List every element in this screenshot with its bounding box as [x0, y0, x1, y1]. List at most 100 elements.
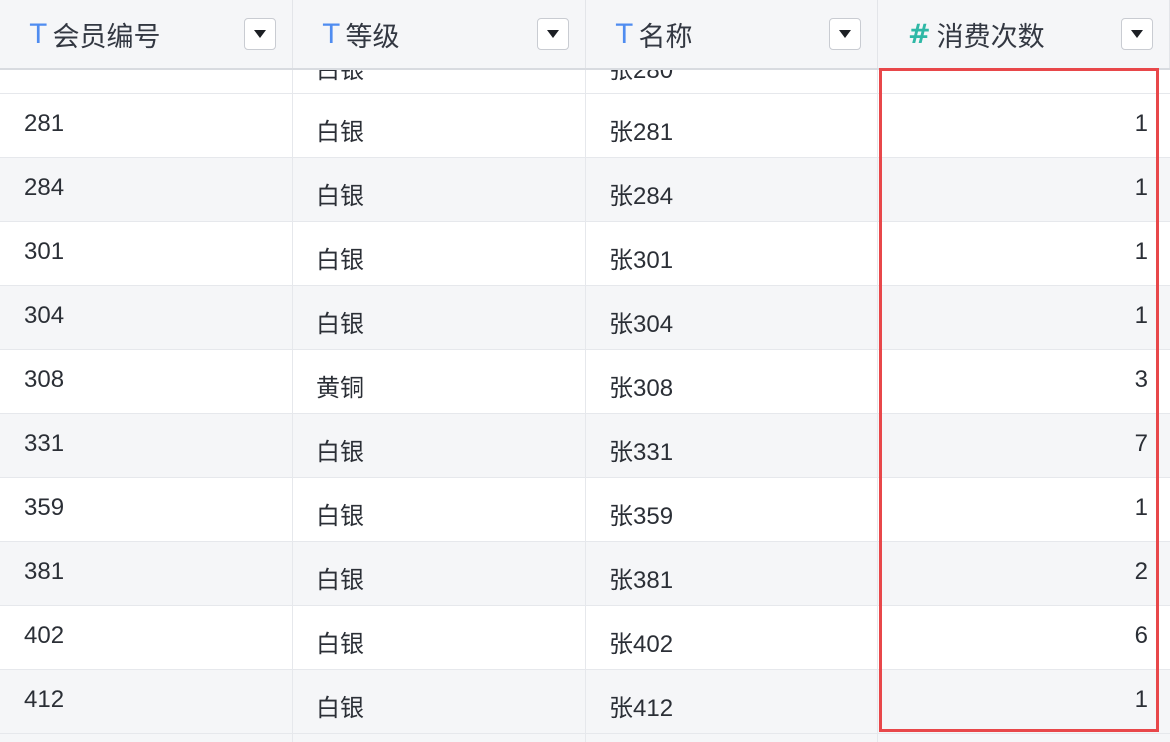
caret-down-icon — [547, 30, 559, 38]
cell-member-id[interactable]: 359 — [0, 478, 293, 541]
cell-purchase-count-text: 2 — [1134, 557, 1148, 585]
column-menu-button[interactable] — [537, 18, 569, 50]
cell-member-id[interactable]: 284 — [0, 158, 293, 221]
table-row[interactable]: 301 白银 张301 1 — [0, 222, 1170, 286]
cell-member-id[interactable] — [0, 70, 293, 93]
cell-name-text: 张301 — [609, 247, 674, 274]
text-type-icon: T — [616, 18, 633, 50]
cell-level-text: 白银 — [316, 311, 364, 338]
cell-name[interactable]: 张301 — [586, 222, 878, 285]
cell-purchase-count-text: 1 — [1134, 493, 1148, 521]
cell-member-id-text: 359 — [24, 493, 65, 521]
cell-purchase-count-text: 7 — [1134, 429, 1148, 457]
cell-name-text: 张412 — [609, 695, 674, 722]
cell-member-id-text: 281 — [24, 109, 65, 137]
cell-name-text: 张402 — [609, 631, 674, 658]
cell-name[interactable]: 张412 — [586, 670, 878, 733]
table-body[interactable]: 白银 张280 281 白银 张281 1 284 白银 张284 1 301 白银 张301 1 30… — [0, 70, 1170, 742]
cell-purchase-count[interactable]: 1 — [878, 222, 1170, 285]
cell-purchase-count-text: 1 — [1134, 685, 1148, 713]
cell-purchase-count[interactable]: 6 — [878, 606, 1170, 669]
text-type-icon: T — [30, 18, 47, 50]
cell-level[interactable]: 白银 — [293, 478, 586, 541]
number-type-icon: # — [908, 18, 931, 50]
caret-down-icon — [1131, 30, 1143, 38]
cell-name[interactable]: 张402 — [586, 606, 878, 669]
cell-name[interactable]: 张381 — [586, 542, 878, 605]
cell-name-text: 张304 — [609, 311, 674, 338]
cell-purchase-count[interactable]: 7 — [878, 414, 1170, 477]
cell-member-id[interactable]: 402 — [0, 606, 293, 669]
column-menu-button[interactable] — [829, 18, 861, 50]
column-header-label: 名称 — [638, 21, 693, 52]
cell-name-text: 张284 — [609, 183, 674, 210]
table-row[interactable]: 412 白银 张412 1 — [0, 670, 1170, 734]
table-row[interactable]: 308 黄铜 张308 3 — [0, 350, 1170, 414]
cell-purchase-count[interactable]: 1 — [878, 286, 1170, 349]
cell-name[interactable]: 张280 — [586, 70, 878, 93]
cell-name[interactable]: 张331 — [586, 414, 878, 477]
cell-level[interactable]: 白银 — [293, 414, 586, 477]
cell-name[interactable]: 张304 — [586, 286, 878, 349]
cell-member-id[interactable]: 331 — [0, 414, 293, 477]
cell-purchase-count[interactable]: 1 — [878, 158, 1170, 221]
cell-member-id[interactable]: 301 — [0, 222, 293, 285]
table-row[interactable]: 381 白银 张381 2 — [0, 542, 1170, 606]
cell-member-id-text: 331 — [24, 429, 65, 457]
table-row[interactable]: 331 白银 张331 7 — [0, 414, 1170, 478]
cell-member-id-text: 304 — [24, 301, 65, 329]
cell-level-text: 白银 — [316, 119, 364, 146]
column-menu-button[interactable] — [244, 18, 276, 50]
cell-level[interactable]: 白银 — [293, 670, 586, 733]
table-row[interactable]: 359 白银 张359 1 — [0, 478, 1170, 542]
cell-member-id-text: 284 — [24, 173, 65, 201]
column-header-member-id[interactable]: T 会员编号 — [0, 0, 293, 68]
cell-level[interactable]: 白银 — [293, 94, 586, 157]
cell-level[interactable]: 白银 — [293, 286, 586, 349]
cell-level[interactable]: 白银 — [293, 70, 586, 93]
cell-level[interactable]: 白银 — [293, 606, 586, 669]
cell-level-text: 白银 — [316, 695, 364, 722]
cell-purchase-count-text: 6 — [1134, 621, 1148, 649]
cell-member-id[interactable]: 381 — [0, 542, 293, 605]
column-header-label: 等级 — [345, 21, 400, 52]
cell-purchase-count-text: 1 — [1134, 237, 1148, 265]
column-header-label: 消费次数 — [936, 21, 1045, 52]
caret-down-icon — [839, 30, 851, 38]
cell-purchase-count-text: 1 — [1134, 109, 1148, 137]
column-header-level[interactable]: T 等级 — [293, 0, 586, 68]
cell-name[interactable]: 张359 — [586, 478, 878, 541]
table-row-partial[interactable]: 白银 张280 — [0, 70, 1170, 94]
cell-purchase-count[interactable]: 1 — [878, 478, 1170, 541]
cell-name[interactable]: 张308 — [586, 350, 878, 413]
cell-name[interactable]: 张281 — [586, 94, 878, 157]
cell-member-id[interactable]: 412 — [0, 670, 293, 733]
table-row[interactable]: 284 白银 张284 1 — [0, 158, 1170, 222]
cell-purchase-count[interactable]: 2 — [878, 542, 1170, 605]
table-row[interactable]: 402 白银 张402 6 — [0, 606, 1170, 670]
cell-name[interactable]: 张284 — [586, 158, 878, 221]
cell-level[interactable]: 白银 — [293, 222, 586, 285]
cell-member-id[interactable]: 304 — [0, 286, 293, 349]
column-header-name[interactable]: T 名称 — [586, 0, 878, 68]
table-row[interactable]: 304 白银 张304 1 — [0, 286, 1170, 350]
cell-level[interactable]: 白银 — [293, 158, 586, 221]
cell-level[interactable]: 黄铜 — [293, 350, 586, 413]
cell-purchase-count[interactable]: 1 — [878, 94, 1170, 157]
cell-level-text: 黄铜 — [316, 375, 364, 402]
cell-level-text: 白银 — [316, 631, 364, 658]
cell-name-text: 张331 — [609, 439, 674, 466]
caret-down-icon — [254, 30, 266, 38]
table-row[interactable]: 281 白银 张281 1 — [0, 94, 1170, 158]
column-menu-button[interactable] — [1121, 18, 1153, 50]
cell-purchase-count[interactable]: 3 — [878, 350, 1170, 413]
cell-level-text: 白银 — [316, 247, 364, 274]
cell-member-id[interactable]: 281 — [0, 94, 293, 157]
cell-purchase-count[interactable]: 1 — [878, 670, 1170, 733]
cell-member-id-text: 412 — [24, 685, 65, 713]
cell-purchase-count[interactable] — [878, 70, 1170, 93]
column-header-purchase-count[interactable]: # 消费次数 — [878, 0, 1170, 68]
cell-name-text: 张359 — [609, 503, 674, 530]
cell-member-id[interactable]: 308 — [0, 350, 293, 413]
cell-level[interactable]: 白银 — [293, 542, 586, 605]
